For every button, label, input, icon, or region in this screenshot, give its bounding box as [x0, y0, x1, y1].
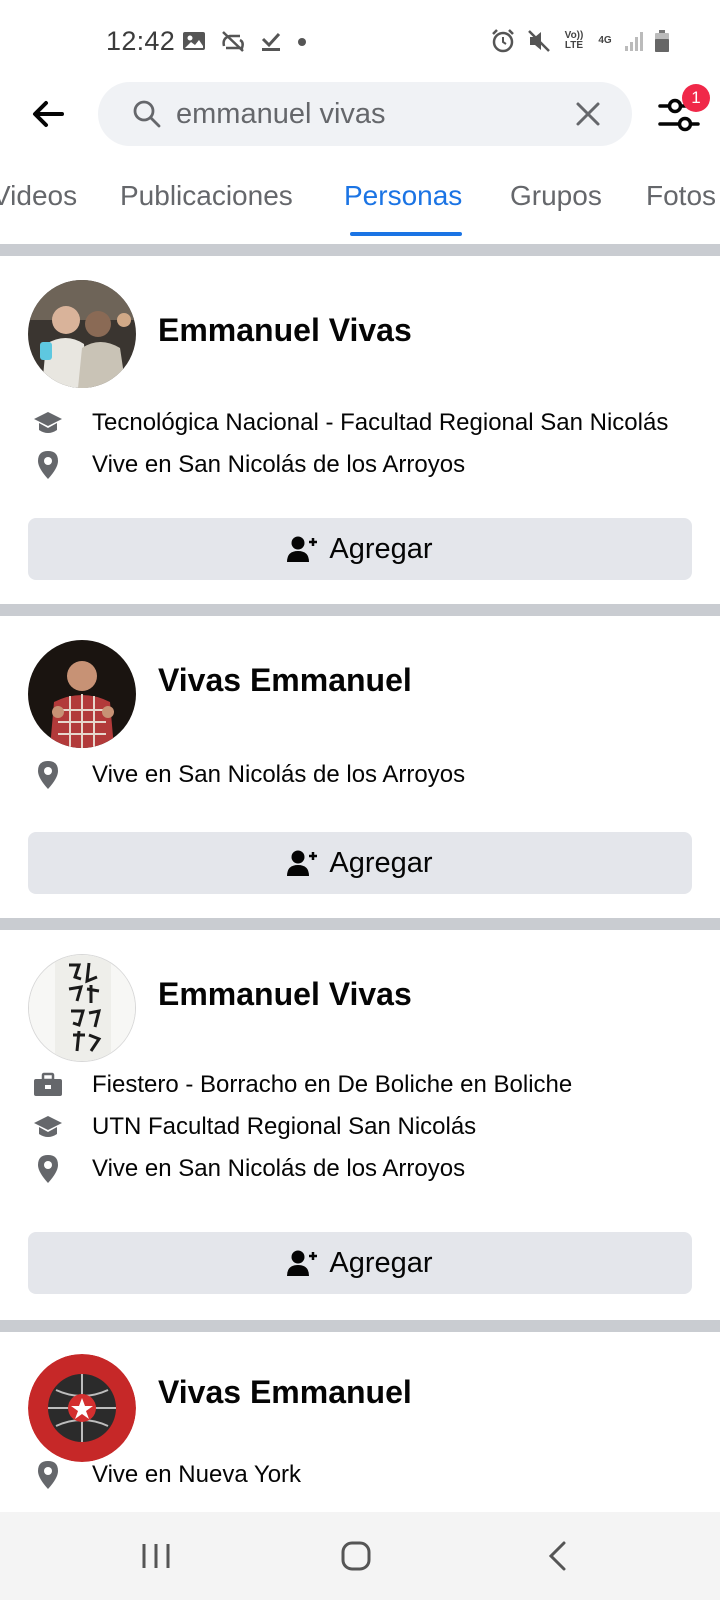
info-row-location: Vive en San Nicolás de los Arroyos	[30, 758, 465, 792]
info-text: Vive en San Nicolás de los Arroyos	[92, 451, 466, 478]
location-icon	[30, 760, 66, 790]
download-done-icon	[260, 30, 282, 52]
system-back-button[interactable]	[536, 1534, 580, 1578]
avatar[interactable]	[28, 954, 136, 1062]
close-icon	[576, 102, 600, 126]
add-friend-button[interactable]: Agregar	[28, 1232, 692, 1294]
add-friend-label: Agregar	[329, 532, 433, 565]
info-row-location: Vive en San Nicolás de los Arroyos	[30, 1152, 465, 1186]
status-left-icons	[182, 30, 308, 52]
avatar[interactable]	[28, 640, 136, 748]
info-row-education: Tecnológica Nacional - Facultad Regional…	[30, 406, 668, 440]
system-nav-bar	[0, 1512, 720, 1600]
alarm-icon	[490, 28, 516, 54]
search-header	[0, 78, 720, 148]
dot-icon	[296, 30, 308, 52]
person-name[interactable]: Vivas Emmanuel	[158, 1374, 412, 1411]
separator	[0, 1320, 720, 1332]
tab-fotos[interactable]: Fotos	[646, 180, 716, 212]
volte-icon: Vo)) LTE	[564, 30, 584, 51]
search-icon	[132, 99, 162, 134]
add-friend-label: Agregar	[329, 846, 433, 879]
person-name[interactable]: Emmanuel Vivas	[158, 976, 412, 1013]
person-result-card[interactable]: Vivas Emmanuel Vive en Nueva York	[0, 1332, 720, 1512]
location-icon	[30, 1460, 66, 1490]
chevron-left-icon	[548, 1541, 566, 1571]
avatar[interactable]	[28, 1354, 136, 1462]
separator	[0, 918, 720, 930]
person-result-card[interactable]: Emmanuel Vivas Fiestero - Borracho en De…	[0, 930, 720, 1320]
image-icon	[182, 30, 206, 52]
info-row-location: Vive en San Nicolás de los Arroyos	[30, 448, 465, 482]
tab-videos[interactable]: Videos	[0, 180, 77, 212]
add-friend-label: Agregar	[329, 1246, 433, 1279]
active-tab-indicator	[350, 232, 462, 236]
back-arrow-icon	[33, 101, 64, 127]
tab-grupos[interactable]: Grupos	[510, 180, 602, 212]
info-text: UTN Facultad Regional San Nicolás	[92, 1113, 477, 1140]
info-text: Vive en Nueva York	[92, 1461, 302, 1488]
location-icon	[30, 450, 66, 480]
tab-publicaciones[interactable]: Publicaciones	[120, 180, 293, 212]
status-right-icons: Vo)) LTE 4G	[490, 28, 670, 54]
search-input[interactable]	[176, 90, 556, 138]
add-friend-icon	[287, 1250, 318, 1276]
separator	[0, 604, 720, 616]
back-button[interactable]	[28, 94, 68, 134]
info-row-location: Vive en Nueva York	[30, 1458, 301, 1492]
info-row-education: UTN Facultad Regional San Nicolás	[30, 1110, 476, 1144]
separator	[0, 244, 720, 256]
network-4g-icon: 4G	[598, 35, 612, 46]
add-friend-icon	[287, 536, 318, 562]
tab-personas[interactable]: Personas	[344, 180, 462, 212]
recent-apps-button[interactable]	[134, 1534, 178, 1578]
avatar[interactable]	[28, 280, 136, 388]
add-friend-button[interactable]: Agregar	[28, 518, 692, 580]
person-name[interactable]: Vivas Emmanuel	[158, 662, 412, 699]
signal-icon	[624, 30, 644, 52]
battery-icon	[654, 29, 670, 53]
mute-icon	[526, 28, 552, 54]
location-icon	[30, 1154, 66, 1184]
add-friend-icon	[287, 850, 318, 876]
work-icon	[30, 1070, 66, 1100]
status-bar: 12:42 Vo)) LTE 4G	[0, 0, 720, 88]
info-text: Tecnológica Nacional - Facultad Regional…	[92, 409, 669, 436]
info-text: Fiestero - Borracho en De Boliche en Bol…	[92, 1071, 573, 1098]
person-result-card[interactable]: Vivas Emmanuel Vive en San Nicolás de lo…	[0, 616, 720, 916]
person-result-card[interactable]: Emmanuel Vivas Tecnológica Nacional - Fa…	[0, 256, 720, 602]
sync-off-icon	[220, 30, 246, 52]
education-icon	[30, 1112, 66, 1142]
education-icon	[30, 408, 66, 438]
home-button[interactable]	[334, 1534, 378, 1578]
filter-badge: 1	[682, 84, 710, 112]
home-icon	[341, 1541, 371, 1571]
info-text: Vive en San Nicolás de los Arroyos	[92, 761, 466, 788]
person-name[interactable]: Emmanuel Vivas	[158, 312, 412, 349]
status-time: 12:42	[106, 26, 176, 56]
add-friend-button[interactable]: Agregar	[28, 832, 692, 894]
results-tabs: Videos Publicaciones Personas Grupos Fot…	[0, 158, 720, 240]
info-text: Vive en San Nicolás de los Arroyos	[92, 1155, 466, 1182]
recent-apps-icon	[142, 1544, 170, 1568]
info-row-work: Fiestero - Borracho en De Boliche en Bol…	[30, 1068, 572, 1102]
clear-search-button[interactable]	[574, 100, 602, 128]
search-bar[interactable]	[98, 82, 632, 146]
